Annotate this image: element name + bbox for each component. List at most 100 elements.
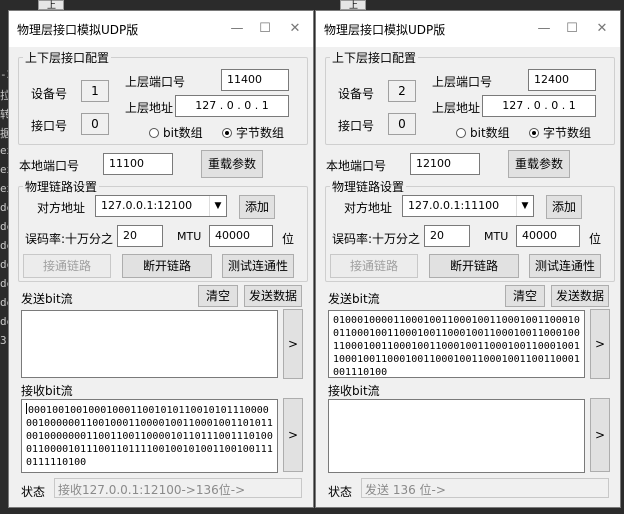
radio-circle-icon	[149, 128, 159, 138]
interface-label: 接口号	[31, 119, 68, 133]
test-connectivity-button[interactable]: 测试连通性	[529, 254, 601, 278]
disconnect-link-button[interactable]: 断开链路	[122, 254, 212, 278]
ber-input[interactable]: 20	[424, 225, 470, 247]
window-title: 物理层接口模拟UDP版	[17, 23, 139, 37]
receive-arrow-button[interactable]: >	[590, 398, 610, 472]
radio-byte-array[interactable]: 字节数组	[529, 124, 591, 141]
radio-label: 字节数组	[543, 126, 592, 140]
send-bitstream-label: 发送bit流	[21, 292, 73, 306]
upper-port-input[interactable]: 12400	[528, 69, 596, 91]
status-label: 状态	[21, 485, 46, 499]
group-title: 上下层接口配置	[23, 49, 112, 66]
send-bitstream-textarea[interactable]	[21, 310, 278, 378]
background-text-fragment: ex	[0, 163, 8, 176]
upper-addr-input[interactable]: 127 . 0 . 0 . 1	[175, 95, 289, 117]
peer-addr-label: 对方地址	[37, 201, 86, 215]
background-text-fragment: 3	[0, 334, 7, 347]
clear-button[interactable]: 清空	[505, 285, 545, 307]
background-text-fragment: ex	[0, 182, 8, 195]
desktop: { "background": { "left_fragments": ["-2…	[0, 0, 624, 514]
mtu-label: MTU	[177, 230, 202, 243]
receive-bitstream-text: 0001001001000100011001010110010101110000…	[26, 405, 273, 468]
background-text-fragment: -2	[0, 68, 8, 81]
disconnect-link-button[interactable]: 断开链路	[429, 254, 519, 278]
upper-port-input[interactable]: 11400	[221, 69, 289, 91]
radio-byte-array[interactable]: 字节数组	[222, 124, 284, 141]
radio-bit-array[interactable]: bit数组	[149, 124, 203, 141]
mtu-unit: 位	[282, 232, 295, 246]
receive-bitstream-textarea[interactable]: 0001001001000100011001010110010101110000…	[21, 399, 278, 473]
add-button[interactable]: 添加	[239, 195, 275, 219]
minimize-icon[interactable]: —	[223, 17, 251, 41]
radio-selected-icon	[222, 128, 232, 138]
device-label: 设备号	[338, 87, 375, 101]
background-text-fragment: 转	[0, 108, 8, 121]
send-arrow-button[interactable]: >	[283, 309, 303, 379]
chevron-down-icon[interactable]: ▼	[209, 196, 226, 216]
send-arrow-button[interactable]: >	[590, 309, 610, 379]
group-title: 上下层接口配置	[330, 49, 419, 66]
ber-input[interactable]: 20	[117, 225, 163, 247]
receive-bitstream-textarea[interactable]	[328, 399, 585, 473]
background-text-fragment: de	[0, 277, 8, 290]
app-window-1: 物理层接口模拟UDP版 — ☐ ✕ 上下层接口配置 设备号 1 接口号 0 上层…	[8, 10, 314, 508]
status-label: 状态	[328, 485, 353, 499]
maximize-icon[interactable]: ☐	[558, 17, 586, 41]
title-bar[interactable]: 物理层接口模拟UDP版 — ☐ ✕	[9, 11, 313, 47]
background-tab: 上	[38, 0, 64, 11]
test-connectivity-button[interactable]: 测试连通性	[222, 254, 294, 278]
minimize-icon[interactable]: —	[530, 17, 558, 41]
send-data-button[interactable]: 发送数据	[551, 285, 609, 307]
peer-addr-value: 127.0.0.1:11100	[408, 199, 500, 212]
interface-label: 接口号	[338, 119, 375, 133]
device-value: 1	[81, 80, 109, 102]
local-port-label: 本地端口号	[19, 159, 80, 173]
mtu-unit: 位	[589, 232, 602, 246]
reload-params-button[interactable]: 重载参数	[201, 150, 263, 178]
radio-bit-array[interactable]: bit数组	[456, 124, 510, 141]
receive-arrow-button[interactable]: >	[283, 398, 303, 472]
send-bitstream-textarea[interactable]: 0100010000110001001100010011000100110001…	[328, 310, 585, 378]
background-text-fragment: ex	[0, 144, 8, 157]
close-icon[interactable]: ✕	[281, 17, 309, 41]
add-button[interactable]: 添加	[546, 195, 582, 219]
upper-addr-input[interactable]: 127 . 0 . 0 . 1	[482, 95, 596, 117]
close-icon[interactable]: ✕	[588, 17, 616, 41]
mtu-input[interactable]: 40000	[516, 225, 580, 247]
interface-value: 0	[81, 113, 109, 135]
local-port-input[interactable]: 11100	[103, 153, 173, 175]
ber-label: 误码率:十万分之	[332, 232, 421, 246]
peer-addr-select[interactable]: 127.0.0.1:12100 ▼	[95, 195, 227, 217]
local-port-label: 本地端口号	[326, 159, 387, 173]
peer-addr-select[interactable]: 127.0.0.1:11100 ▼	[402, 195, 534, 217]
radio-circle-icon	[456, 128, 466, 138]
chevron-down-icon[interactable]: ▼	[516, 196, 533, 216]
local-port-input[interactable]: 12100	[410, 153, 480, 175]
group-title: 物理链路设置	[23, 178, 100, 195]
mtu-label: MTU	[484, 230, 509, 243]
upper-port-label: 上层端口号	[432, 75, 493, 89]
interface-value: 0	[388, 113, 416, 135]
mtu-input[interactable]: 40000	[209, 225, 273, 247]
status-text: 接收127.0.0.1:12100->136位->	[54, 478, 302, 498]
title-bar[interactable]: 物理层接口模拟UDP版 — ☐ ✕	[316, 11, 620, 47]
ber-label: 误码率:十万分之	[25, 232, 114, 246]
window-title: 物理层接口模拟UDP版	[324, 23, 446, 37]
upper-addr-label: 上层地址	[125, 101, 174, 115]
connect-link-button[interactable]: 接通链路	[23, 254, 111, 278]
peer-addr-value: 127.0.0.1:12100	[101, 199, 193, 212]
background-text-fragment: de	[0, 296, 8, 309]
radio-label: bit数组	[163, 126, 203, 140]
maximize-icon[interactable]: ☐	[251, 17, 279, 41]
clear-button[interactable]: 清空	[198, 285, 238, 307]
receive-bitstream-label: 接收bit流	[328, 384, 380, 398]
background-text-fragment: de	[0, 220, 8, 233]
connect-link-button[interactable]: 接通链路	[330, 254, 418, 278]
background-text-fragment: 拉	[0, 89, 8, 102]
radio-selected-icon	[529, 128, 539, 138]
reload-params-button[interactable]: 重载参数	[508, 150, 570, 178]
background-text-fragment: de	[0, 258, 8, 271]
background-text-fragment: de	[0, 201, 8, 214]
device-label: 设备号	[31, 87, 68, 101]
send-data-button[interactable]: 发送数据	[244, 285, 302, 307]
